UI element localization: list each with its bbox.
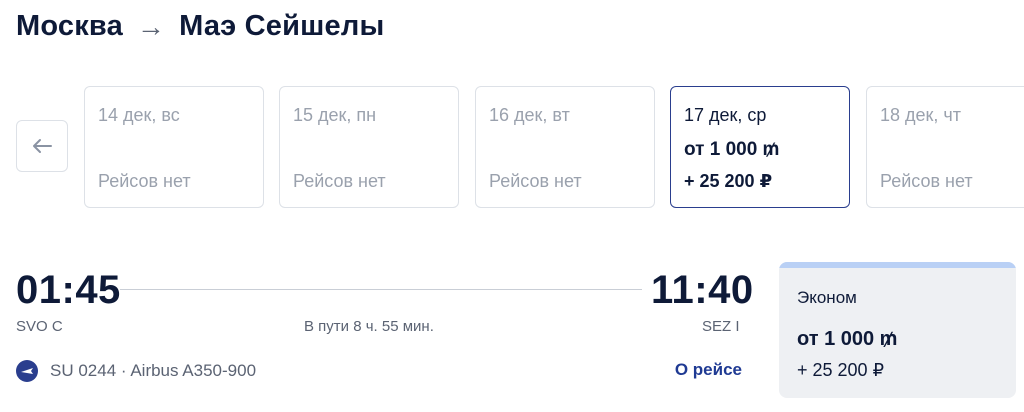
prev-dates-button[interactable] [16,120,68,172]
arrival-airport: SEZ I [702,318,740,335]
destination-city: Маэ Сейшелы [179,10,385,42]
date-label: 14 дек, вс [98,105,180,125]
arrow-right-icon: → [136,10,166,42]
airline-logo-icon [16,360,38,382]
date-price: от 1 000 ₥ [684,139,780,160]
date-surcharge: + 25 200 ₽ [684,171,773,191]
date-card[interactable]: 16 дек, вт Рейсов нет [475,86,655,208]
arrival-time: 11:40 [651,268,754,312]
fare-card-economy[interactable]: Эконом от 1 000 ₥ + 25 200 ₽ [779,262,1016,398]
departure-airport: SVO C [16,318,63,335]
flight-duration: В пути 8 ч. 55 мин. [304,318,434,335]
date-label: 18 дек, чт [880,105,962,125]
date-label: 17 дек, ср [684,105,767,125]
fare-surcharge: + 25 200 ₽ [797,360,885,380]
departure-time: 01:45 [16,268,121,312]
date-card-selected[interactable]: 17 дек, ср от 1 000 ₥ + 25 200 ₽ [670,86,850,208]
fare-card-accent [779,262,1016,268]
origin-city: Москва [16,10,123,42]
flight-details-link[interactable]: О рейсе [675,360,742,380]
arrow-left-icon [33,139,52,153]
no-flights-label: Рейсов нет [293,171,386,191]
flight-info: SU 0244 · Airbus A350-900 [16,360,256,382]
flight-number-aircraft: SU 0244 · Airbus A350-900 [50,361,257,380]
page-title: Москва → Маэ Сейшелы [16,10,384,43]
fare-price: от 1 000 ₥ [797,328,898,350]
date-card[interactable]: 15 дек, пн Рейсов нет [279,86,459,208]
date-label: 15 дек, пн [293,105,377,125]
date-card[interactable]: 18 дек, чт Рейсов нет [866,86,1024,208]
date-label: 16 дек, вт [489,105,570,125]
date-card[interactable]: 14 дек, вс Рейсов нет [84,86,264,208]
no-flights-label: Рейсов нет [98,171,191,191]
fare-class: Эконом [797,288,857,307]
no-flights-label: Рейсов нет [880,171,973,191]
route-line [120,289,642,290]
no-flights-label: Рейсов нет [489,171,582,191]
